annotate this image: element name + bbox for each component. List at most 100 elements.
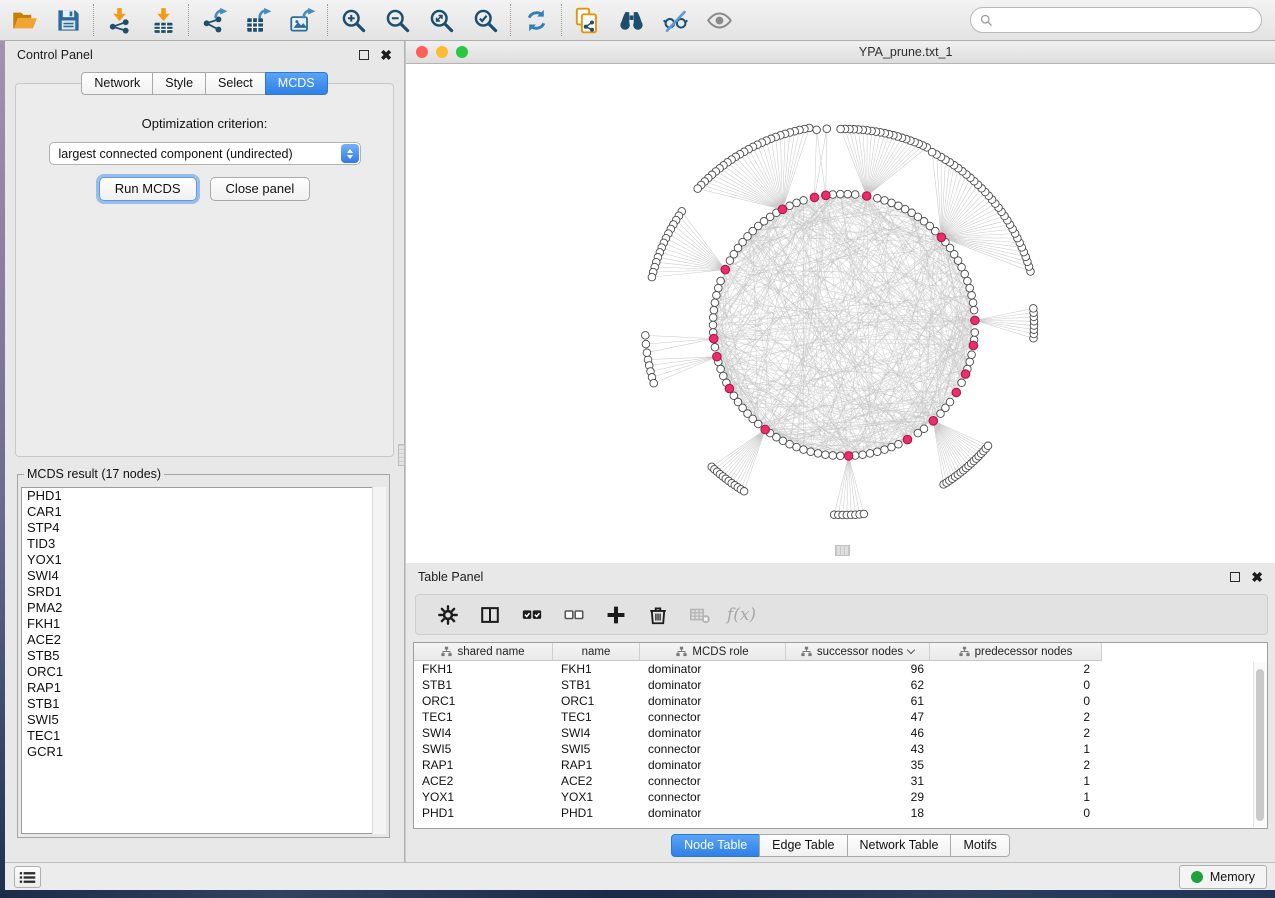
table-row[interactable]: FKH1FKH1dominator962 — [414, 661, 1267, 677]
export-image-button[interactable] — [280, 0, 324, 40]
cell-successor-nodes[interactable]: 18 — [786, 805, 930, 821]
mcds-result-item[interactable]: ORC1 — [22, 664, 385, 680]
tab-node-table[interactable]: Node Table — [671, 834, 760, 857]
tab-motifs[interactable]: Motifs — [950, 834, 1009, 857]
split-view-button[interactable] — [477, 602, 502, 627]
network-window-titlebar[interactable]: YPA_prune.txt_1 — [406, 41, 1275, 64]
table-scrollbar-thumb[interactable] — [1256, 669, 1264, 821]
maximize-window-icon[interactable] — [456, 46, 468, 58]
cell-name[interactable]: YOX1 — [553, 789, 640, 805]
table-row[interactable]: PHD1PHD1dominator180 — [414, 805, 1267, 821]
run-mcds-button[interactable]: Run MCDS — [99, 177, 197, 201]
zoom-out-button[interactable] — [375, 0, 419, 40]
table-row[interactable]: YOX1YOX1connector291 — [414, 789, 1267, 805]
tab-select[interactable]: Select — [205, 72, 266, 95]
deselect-all-button[interactable] — [561, 602, 586, 627]
cell-successor-nodes[interactable]: 47 — [786, 709, 930, 725]
optimization-criterion-select[interactable]: largest connected component (undirected) — [49, 142, 361, 165]
cell-MCDS-role[interactable]: dominator — [640, 757, 786, 773]
cell-successor-nodes[interactable]: 29 — [786, 789, 930, 805]
cell-MCDS-role[interactable]: connector — [640, 741, 786, 757]
cell-shared-name[interactable]: SWI4 — [414, 725, 553, 741]
cell-successor-nodes[interactable]: 31 — [786, 773, 930, 789]
mcds-result-item[interactable]: PMA2 — [22, 600, 385, 616]
cell-MCDS-role[interactable]: connector — [640, 789, 786, 805]
cell-shared-name[interactable]: FKH1 — [414, 661, 553, 677]
column-header-successor-nodes[interactable]: successor nodes — [786, 643, 930, 661]
column-header-name[interactable]: name — [553, 643, 640, 661]
tab-mcds[interactable]: MCDS — [265, 72, 328, 95]
cell-MCDS-role[interactable]: connector — [640, 773, 786, 789]
memory-button[interactable]: Memory — [1179, 865, 1267, 889]
float-table-panel-icon[interactable] — [1230, 572, 1240, 582]
search-network-button[interactable] — [609, 0, 653, 40]
cell-shared-name[interactable]: PHD1 — [414, 805, 553, 821]
cell-name[interactable]: TEC1 — [553, 709, 640, 725]
cell-predecessor-nodes[interactable]: 2 — [930, 725, 1102, 741]
cell-shared-name[interactable]: YOX1 — [414, 789, 553, 805]
cell-predecessor-nodes[interactable]: 1 — [930, 773, 1102, 789]
import-network-button[interactable] — [97, 0, 141, 40]
cell-successor-nodes[interactable]: 43 — [786, 741, 930, 757]
cell-predecessor-nodes[interactable]: 1 — [930, 741, 1102, 757]
refresh-view-button[interactable] — [514, 0, 558, 40]
open-file-button[interactable] — [2, 0, 46, 40]
task-history-button[interactable] — [14, 866, 41, 888]
cell-shared-name[interactable]: TEC1 — [414, 709, 553, 725]
mcds-result-item[interactable]: FKH1 — [22, 616, 385, 632]
mcds-result-item[interactable]: SWI5 — [22, 712, 385, 728]
cell-name[interactable]: RAP1 — [553, 757, 640, 773]
cell-successor-nodes[interactable]: 62 — [786, 677, 930, 693]
cell-name[interactable]: SWI5 — [553, 741, 640, 757]
network-graph[interactable] — [406, 64, 1275, 563]
close-panel-button[interactable]: Close panel — [210, 177, 311, 201]
mcds-result-list[interactable]: PHD1CAR1STP4TID3YOX1SWI4SRD1PMA2FKH1ACE2… — [21, 487, 386, 834]
delete-column-button[interactable] — [645, 602, 670, 627]
tab-network-table[interactable]: Network Table — [847, 834, 952, 857]
close-window-icon[interactable] — [416, 46, 428, 58]
cell-predecessor-nodes[interactable]: 0 — [930, 805, 1102, 821]
cell-successor-nodes[interactable]: 46 — [786, 725, 930, 741]
clone-network-button[interactable] — [565, 0, 609, 40]
horizontal-splitter-grip[interactable] — [835, 545, 850, 556]
mcds-result-item[interactable]: STB1 — [22, 696, 385, 712]
table-scrollbar[interactable] — [1253, 662, 1266, 827]
cell-shared-name[interactable]: STB1 — [414, 677, 553, 693]
cell-MCDS-role[interactable]: dominator — [640, 725, 786, 741]
mcds-result-item[interactable]: RAP1 — [22, 680, 385, 696]
table-row[interactable]: RAP1RAP1dominator352 — [414, 757, 1267, 773]
cell-predecessor-nodes[interactable]: 0 — [930, 677, 1102, 693]
table-row[interactable]: ORC1ORC1dominator610 — [414, 693, 1267, 709]
search-input[interactable] — [994, 10, 1261, 30]
cell-shared-name[interactable]: ACE2 — [414, 773, 553, 789]
save-session-button[interactable] — [46, 0, 90, 40]
mcds-list-scrollbar[interactable] — [372, 487, 386, 834]
import-table-button[interactable] — [141, 0, 185, 40]
mcds-result-item[interactable]: CAR1 — [22, 504, 385, 520]
mcds-result-item[interactable]: SWI4 — [22, 568, 385, 584]
mcds-result-item[interactable]: STP4 — [22, 520, 385, 536]
cell-predecessor-nodes[interactable]: 2 — [930, 661, 1102, 677]
mcds-result-item[interactable]: STB5 — [22, 648, 385, 664]
cell-successor-nodes[interactable]: 35 — [786, 757, 930, 773]
cell-shared-name[interactable]: RAP1 — [414, 757, 553, 773]
mcds-result-item[interactable]: GCR1 — [22, 744, 385, 760]
minimize-window-icon[interactable] — [436, 46, 448, 58]
zoom-selected-button[interactable] — [463, 0, 507, 40]
cell-name[interactable]: STB1 — [553, 677, 640, 693]
table-row[interactable]: TEC1TEC1connector472 — [414, 709, 1267, 725]
cell-MCDS-role[interactable]: dominator — [640, 661, 786, 677]
cell-MCDS-role[interactable]: connector — [640, 709, 786, 725]
column-header-MCDS-role[interactable]: MCDS role — [640, 643, 786, 661]
cell-MCDS-role[interactable]: dominator — [640, 677, 786, 693]
add-column-button[interactable] — [603, 602, 628, 627]
table-row[interactable]: SWI5SWI5connector431 — [414, 741, 1267, 757]
export-table-button[interactable] — [236, 0, 280, 40]
close-panel-icon[interactable]: ✖ — [380, 50, 392, 60]
cell-successor-nodes[interactable]: 96 — [786, 661, 930, 677]
mcds-result-item[interactable]: TEC1 — [22, 728, 385, 744]
table-row[interactable]: STB1STB1dominator620 — [414, 677, 1267, 693]
cell-shared-name[interactable]: ORC1 — [414, 693, 553, 709]
column-settings-button[interactable] — [435, 602, 460, 627]
cell-shared-name[interactable]: SWI5 — [414, 741, 553, 757]
